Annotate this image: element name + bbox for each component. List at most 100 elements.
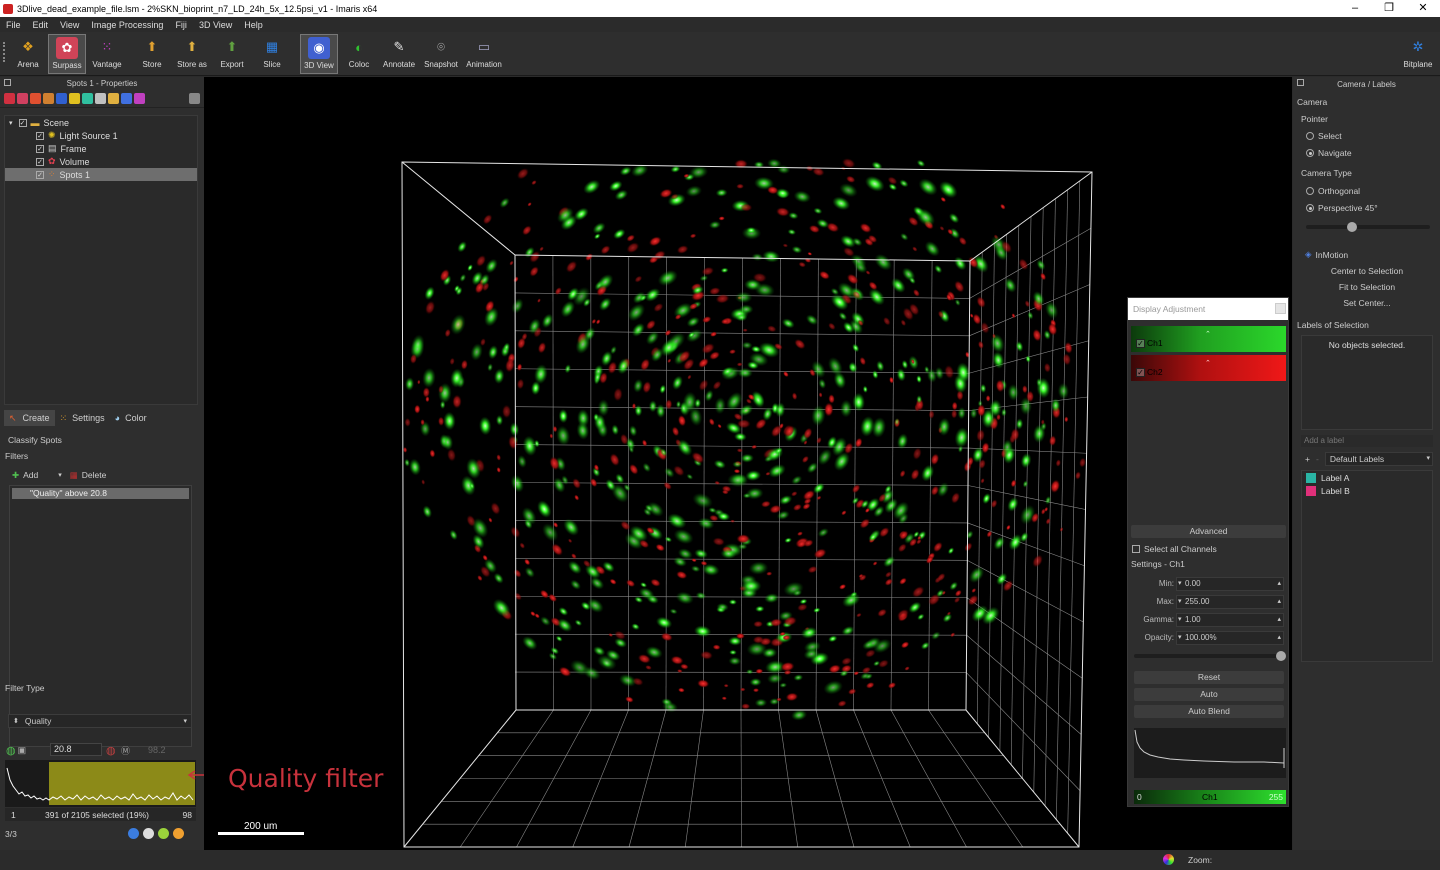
set-center-button[interactable]: Set Center... [1301, 296, 1433, 310]
tree-item-frame[interactable]: ✓ ▤ Frame [5, 142, 197, 155]
color-wheel-icon[interactable] [1163, 854, 1174, 865]
lower-threshold-input[interactable]: 20.8 [50, 743, 102, 756]
add-light-icon[interactable] [69, 93, 80, 104]
tab-color[interactable]: ◕ Color [110, 410, 152, 426]
add-label-icon[interactable]: + [1305, 454, 1310, 464]
menu-fiji[interactable]: Fiji [169, 20, 193, 30]
reset-button[interactable]: Reset [1134, 671, 1284, 684]
finish-icon[interactable] [158, 828, 169, 839]
ch2-checkbox[interactable]: ✓ [1136, 367, 1145, 377]
add-filter-button[interactable]: Add [23, 470, 38, 480]
label-item-a[interactable]: Label A [1302, 471, 1432, 484]
tree-item-spots[interactable]: ✓ ⁘ Spots 1 [5, 168, 197, 181]
store-as-button[interactable]: ⬆ Store as [173, 34, 211, 74]
add-filaments-icon[interactable] [30, 93, 41, 104]
collapse-icon[interactable]: ▾ [9, 119, 13, 127]
gamma-marker-icon[interactable]: ⌃ [1205, 330, 1211, 338]
slice-button[interactable]: ▦ Slice [253, 34, 291, 74]
label-set-select[interactable]: Default Labels ▾ [1324, 452, 1433, 466]
pointer-select-radio[interactable]: Select [1306, 131, 1342, 141]
manual-threshold-icon[interactable]: Ⓜ [121, 744, 130, 757]
add-surfaces-icon[interactable] [4, 93, 15, 104]
perspective-slider[interactable] [1306, 222, 1430, 232]
arena-button[interactable]: ❖ Arena [9, 34, 47, 74]
add-dropdown-icon[interactable]: ▾ [58, 471, 62, 479]
gamma-input[interactable]: 1.00 [1176, 613, 1284, 627]
add-group-icon[interactable] [108, 93, 119, 104]
center-to-selection-button[interactable]: Center to Selection [1301, 264, 1433, 278]
ch1-checkbox[interactable]: ✓ [1136, 338, 1145, 348]
opacity-slider-handle[interactable] [1276, 651, 1286, 661]
surpass-button[interactable]: ✿ Surpass [48, 34, 86, 74]
cancel-icon[interactable] [173, 828, 184, 839]
add-measurement-icon[interactable] [95, 93, 106, 104]
next-icon[interactable] [143, 828, 154, 839]
camera-orthogonal-radio[interactable]: Orthogonal [1306, 186, 1360, 196]
tab-settings[interactable]: ⁙ Settings [55, 410, 110, 426]
min-input[interactable]: 0.00 [1176, 577, 1284, 591]
camera-perspective-radio[interactable]: Perspective 45° [1306, 203, 1378, 213]
menu-image-processing[interactable]: Image Processing [85, 20, 169, 30]
menu-edit[interactable]: Edit [27, 20, 55, 30]
menu-view[interactable]: View [54, 20, 85, 30]
delete-object-icon[interactable] [189, 93, 200, 104]
inmotion-toggle[interactable]: ◈ InMotion [1305, 249, 1348, 260]
close-panel-icon[interactable] [1275, 303, 1286, 314]
visibility-checkbox[interactable]: ✓ [36, 131, 44, 140]
menu-help[interactable]: Help [238, 20, 269, 30]
minimize-icon[interactable]: – [1338, 0, 1372, 17]
undock-icon[interactable] [1297, 79, 1304, 86]
auto-blend-button[interactable]: Auto Blend [1134, 705, 1284, 718]
add-label-input[interactable]: Add a label [1301, 435, 1433, 447]
annotate-button[interactable]: ✎ Annotate [380, 34, 418, 74]
filter-item[interactable]: "Quality" above 20.8 [12, 488, 189, 499]
opacity-slider[interactable] [1134, 651, 1286, 661]
gamma-marker-icon[interactable]: ⌃ [1205, 359, 1211, 367]
export-button[interactable]: ⬆ Export [213, 34, 251, 74]
menu-file[interactable]: File [0, 20, 27, 30]
snapshot-button[interactable]: ⌾ Snapshot [422, 34, 460, 74]
visibility-checkbox[interactable]: ✓ [18, 118, 27, 127]
delete-filter-button[interactable]: Delete [82, 470, 107, 480]
filter-type-select[interactable]: ⬍ Quality ▾ [8, 714, 192, 728]
add-reference-frame-icon[interactable] [82, 93, 93, 104]
advanced-button[interactable]: Advanced [1131, 525, 1286, 538]
lower-threshold-toggle-icon[interactable]: ▣ [18, 745, 27, 756]
store-button[interactable]: ⬆ Store [133, 34, 171, 74]
remove-label-icon[interactable]: - [1316, 454, 1319, 464]
channel-histogram[interactable] [1134, 728, 1286, 778]
opacity-input[interactable]: 100.00% [1176, 631, 1284, 645]
label-item-b[interactable]: Label B [1302, 484, 1432, 497]
select-all-checkbox[interactable] [1132, 545, 1140, 553]
animation-button[interactable]: ▭ Animation [465, 34, 503, 74]
add-ortho-slicer-icon[interactable] [121, 93, 132, 104]
upper-threshold-toggle-icon[interactable]: ◍ [106, 744, 116, 757]
auto-button[interactable]: Auto [1134, 688, 1284, 701]
coloc-button[interactable]: ◐ Coloc [340, 34, 378, 74]
fit-to-selection-button[interactable]: Fit to Selection [1301, 280, 1433, 294]
quality-histogram[interactable] [5, 760, 196, 807]
add-spots-icon[interactable] [43, 93, 54, 104]
auto-threshold-icon[interactable]: ◍ [6, 744, 16, 757]
tree-item-scene[interactable]: ▾ ✓ ▬ Scene [5, 116, 197, 129]
channel-ch2-bar[interactable]: ⌃ ✓ Ch2 [1131, 355, 1286, 381]
restore-icon[interactable]: ❐ [1372, 0, 1406, 17]
upper-threshold-input[interactable]: 98.2 [148, 745, 166, 755]
visibility-checkbox[interactable]: ✓ [36, 144, 44, 153]
channel-range-bar[interactable]: 0 Ch1 255 [1134, 790, 1286, 804]
undock-icon[interactable] [4, 79, 11, 86]
tree-item-volume[interactable]: ✓ ✿ Volume [5, 155, 197, 168]
previous-icon[interactable] [128, 828, 139, 839]
3d-view-button[interactable]: ◉ 3D View [300, 34, 338, 74]
select-all-channels[interactable]: Select all Channels [1132, 544, 1217, 554]
add-volume-icon[interactable] [134, 93, 145, 104]
menu-3d-view[interactable]: 3D View [193, 20, 238, 30]
tab-create[interactable]: ↖ Create [4, 410, 55, 426]
add-clipping-plane-icon[interactable] [56, 93, 67, 104]
toolbar-grip[interactable] [3, 42, 7, 62]
visibility-checkbox[interactable]: ✓ [36, 157, 44, 166]
pointer-navigate-radio[interactable]: Navigate [1306, 148, 1352, 158]
visibility-checkbox[interactable]: ✓ [36, 170, 44, 179]
perspective-slider-handle[interactable] [1347, 222, 1357, 232]
close-icon[interactable]: ✕ [1406, 0, 1440, 17]
